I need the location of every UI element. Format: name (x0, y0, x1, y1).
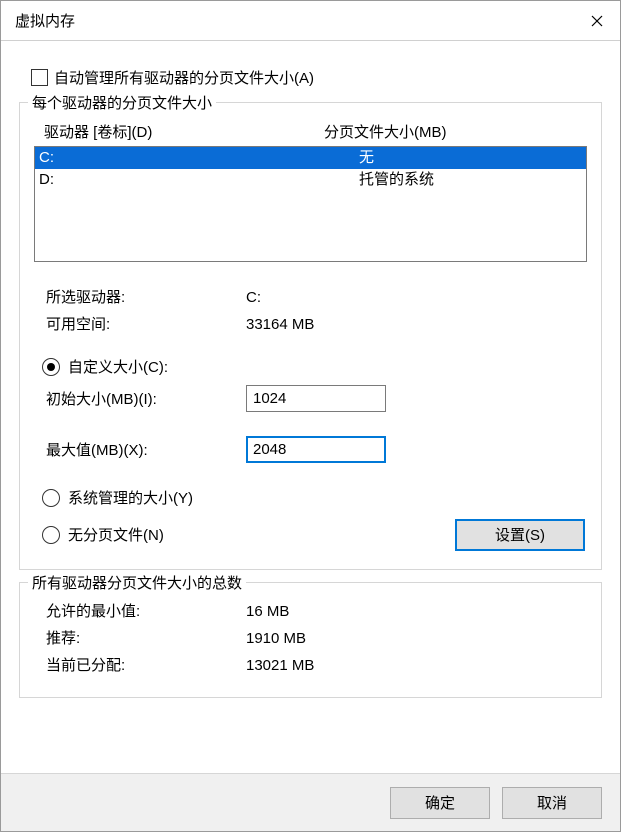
auto-manage-checkbox[interactable]: 自动管理所有驱动器的分页文件大小(A) (31, 67, 602, 88)
free-space-row: 可用空间: 33164 MB (46, 313, 587, 337)
rec-value: 1910 MB (246, 627, 306, 651)
close-button[interactable] (574, 1, 620, 41)
drive-row[interactable]: C: 无 (35, 147, 586, 169)
cur-value: 13021 MB (246, 654, 314, 678)
titlebar: 虚拟内存 (1, 1, 620, 41)
radio-custom-label: 自定义大小(C): (68, 356, 168, 377)
per-drive-legend: 每个驱动器的分页文件大小 (28, 92, 216, 113)
page-cell: 托管的系统 (359, 169, 586, 191)
radio-icon (42, 489, 60, 507)
radio-system-label: 系统管理的大小(Y) (68, 487, 193, 508)
free-space-value: 33164 MB (246, 313, 314, 337)
drive-cell: D: (39, 169, 359, 191)
initial-size-row: 初始大小(MB)(I): (46, 385, 587, 412)
page-cell: 无 (359, 147, 586, 169)
auto-manage-label: 自动管理所有驱动器的分页文件大小(A) (54, 67, 314, 88)
radio-system-managed[interactable]: 系统管理的大小(Y) (42, 487, 587, 508)
rec-row: 推荐: 1910 MB (46, 627, 587, 651)
radio-no-paging[interactable]: 无分页文件(N) (42, 524, 164, 545)
ok-button[interactable]: 确定 (390, 787, 490, 819)
radio-icon (42, 358, 60, 376)
checkbox-icon (31, 69, 48, 86)
per-drive-group: 每个驱动器的分页文件大小 驱动器 [卷标](D) 分页文件大小(MB) C: 无… (19, 102, 602, 570)
header-drive: 驱动器 [卷标](D) (44, 121, 324, 142)
set-button[interactable]: 设置(S) (455, 519, 585, 551)
rec-label: 推荐: (46, 627, 246, 651)
dialog-footer: 确定 取消 (1, 773, 620, 831)
selected-drive-label: 所选驱动器: (46, 286, 246, 310)
max-size-input[interactable] (246, 436, 386, 463)
drive-list-header: 驱动器 [卷标](D) 分页文件大小(MB) (44, 121, 587, 142)
drive-cell: C: (39, 147, 359, 169)
initial-size-input[interactable] (246, 385, 386, 412)
radio-custom-size[interactable]: 自定义大小(C): (42, 356, 587, 377)
radio-icon (42, 526, 60, 544)
min-label: 允许的最小值: (46, 600, 246, 624)
drive-row[interactable]: D: 托管的系统 (35, 169, 586, 191)
min-value: 16 MB (246, 600, 289, 624)
min-row: 允许的最小值: 16 MB (46, 600, 587, 624)
cur-row: 当前已分配: 13021 MB (46, 654, 587, 678)
radio-none-label: 无分页文件(N) (68, 524, 164, 545)
window-title: 虚拟内存 (15, 10, 75, 31)
initial-size-label: 初始大小(MB)(I): (46, 388, 246, 409)
cancel-button[interactable]: 取消 (502, 787, 602, 819)
cur-label: 当前已分配: (46, 654, 246, 678)
virtual-memory-dialog: 虚拟内存 自动管理所有驱动器的分页文件大小(A) 每个驱动器的分页文件大小 驱动… (0, 0, 621, 832)
drive-list[interactable]: C: 无 D: 托管的系统 (34, 146, 587, 262)
totals-group: 所有驱动器分页文件大小的总数 允许的最小值: 16 MB 推荐: 1910 MB… (19, 582, 602, 698)
totals-legend: 所有驱动器分页文件大小的总数 (28, 572, 246, 593)
free-space-label: 可用空间: (46, 313, 246, 337)
selected-drive-value: C: (246, 286, 261, 310)
max-size-label: 最大值(MB)(X): (46, 439, 246, 460)
selected-drive-row: 所选驱动器: C: (46, 286, 587, 310)
header-page: 分页文件大小(MB) (324, 121, 587, 142)
max-size-row: 最大值(MB)(X): (46, 436, 587, 463)
close-icon (591, 15, 603, 27)
